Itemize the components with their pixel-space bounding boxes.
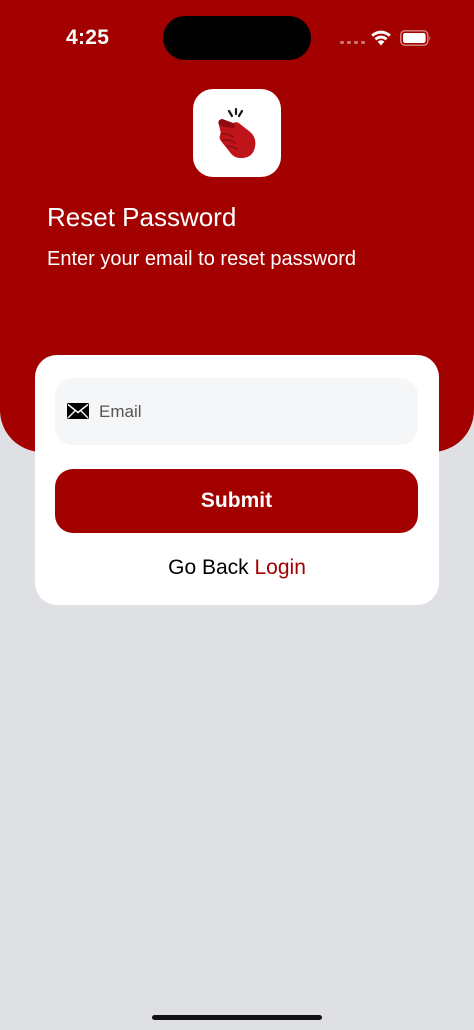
- email-input[interactable]: [99, 378, 399, 445]
- app-logo: [193, 89, 281, 177]
- status-bar: 4:25: [0, 0, 474, 70]
- login-link[interactable]: Login: [255, 556, 306, 579]
- home-indicator[interactable]: [152, 1015, 322, 1020]
- battery-icon: [400, 30, 431, 46]
- dynamic-island: [163, 16, 311, 60]
- status-time: 4:25: [66, 26, 110, 49]
- page-title: Reset Password: [47, 202, 237, 232]
- page-subtitle: Enter your email to reset password: [47, 248, 357, 270]
- email-field[interactable]: [55, 378, 418, 445]
- reset-password-card: Submit Go Back Login: [35, 355, 439, 605]
- submit-button[interactable]: Submit: [55, 469, 418, 533]
- envelope-icon: [67, 403, 89, 419]
- cellular-signal-icon: [340, 41, 365, 44]
- wifi-icon: [371, 30, 391, 46]
- go-back-label: Go Back: [168, 556, 249, 579]
- snap-hand-icon: [218, 107, 256, 159]
- go-back-row: Go Back Login: [35, 556, 439, 580]
